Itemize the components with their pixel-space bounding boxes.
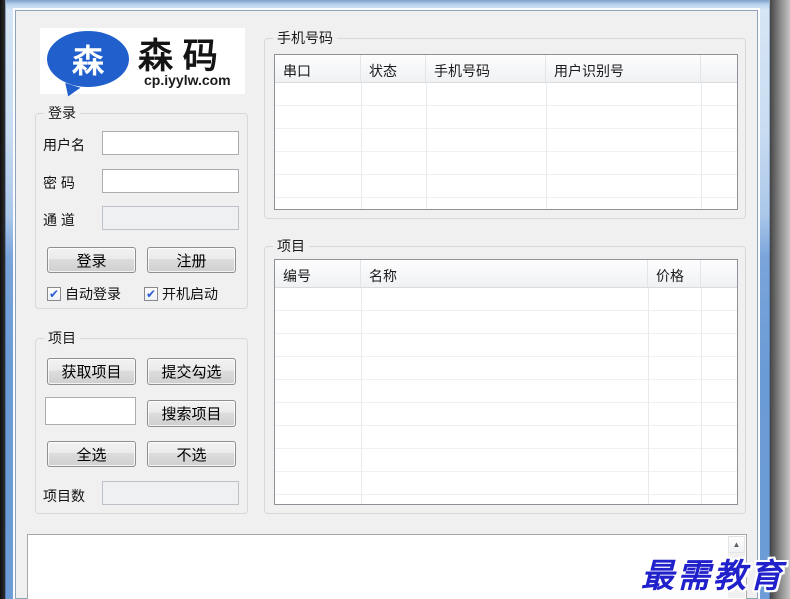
column-header-price[interactable]: 价格: [648, 260, 701, 287]
phone-numbers-table: 串口 状态 手机号码 用户识别号: [274, 54, 738, 210]
column-separator: [361, 83, 362, 209]
column-header-phone-number[interactable]: 手机号码: [426, 55, 546, 82]
column-header-spacer: [701, 260, 737, 287]
scroll-up-icon: ▲: [732, 540, 741, 549]
channel-field: [102, 206, 239, 230]
projects-group-label: 项目: [273, 238, 309, 255]
column-header-serial-port[interactable]: 串口: [275, 55, 361, 82]
auto-login-label: 自动登录: [65, 286, 121, 302]
checkbox-check-icon: ✔: [47, 287, 61, 301]
column-separator: [361, 288, 362, 504]
column-header-number[interactable]: 编号: [275, 260, 361, 287]
phone-table-body[interactable]: [275, 83, 737, 209]
submit-checked-button[interactable]: 提交勾选: [147, 358, 236, 385]
column-separator: [426, 83, 427, 209]
project-controls-group: 项目 获取项目 提交勾选 搜索项目 全选 不选 项目数: [35, 330, 248, 514]
log-panel: ▲: [27, 534, 747, 599]
select-none-button[interactable]: 不选: [147, 441, 236, 467]
projects-table-body[interactable]: [275, 288, 737, 504]
login-group-label: 登录: [44, 105, 80, 122]
watermark-text: 最需教育: [641, 556, 785, 595]
password-label: 密 码: [43, 175, 75, 191]
app-logo: 森 森 码 cp.iyylw.com: [40, 28, 245, 100]
column-header-user-id[interactable]: 用户识别号: [546, 55, 701, 82]
column-separator: [701, 288, 702, 504]
column-header-status[interactable]: 状态: [361, 55, 426, 82]
column-separator: [701, 83, 702, 209]
projects-table: 编号 名称 价格: [274, 259, 738, 505]
search-projects-button[interactable]: 搜索项目: [147, 400, 236, 427]
project-count-field: [102, 481, 239, 505]
column-header-name[interactable]: 名称: [361, 260, 648, 287]
get-projects-button[interactable]: 获取项目: [47, 358, 136, 385]
login-button[interactable]: 登录: [47, 247, 136, 273]
username-label: 用户名: [43, 137, 85, 153]
projects-table-header: 编号 名称 价格: [275, 260, 737, 288]
logo-site-url: cp.iyylw.com: [144, 72, 231, 88]
auto-start-label: 开机启动: [162, 286, 218, 302]
project-search-input[interactable]: [45, 397, 136, 425]
auto-login-checkbox[interactable]: ✔ 自动登录: [47, 284, 121, 304]
channel-label: 通 道: [43, 212, 75, 228]
phone-numbers-group-label: 手机号码: [273, 30, 337, 47]
logo-bubble-char: 森: [71, 43, 104, 79]
register-button[interactable]: 注册: [147, 247, 236, 273]
phone-table-header: 串口 状态 手机号码 用户识别号: [275, 55, 737, 83]
project-controls-label: 项目: [44, 330, 80, 347]
username-field[interactable]: [102, 131, 239, 155]
login-group: 登录 用户名 密 码 通 道 登录 注册 ✔ 自动登录 ✔ 开机启动: [35, 105, 248, 309]
titlebar[interactable]: [6, 0, 769, 10]
window-drop-shadow: [770, 0, 790, 599]
project-count-label: 项目数: [43, 488, 85, 504]
app-window: 森 森 码 cp.iyylw.com 登录 用户名 密 码 通 道 登录 注册 …: [5, 0, 770, 599]
password-field[interactable]: [102, 169, 239, 193]
projects-group: 项目 编号 名称 价格: [264, 238, 746, 514]
log-textarea[interactable]: [28, 535, 728, 599]
column-header-spacer: [701, 55, 737, 82]
client-area: 森 森 码 cp.iyylw.com 登录 用户名 密 码 通 道 登录 注册 …: [15, 10, 758, 599]
checkbox-check-icon: ✔: [144, 287, 158, 301]
phone-numbers-group: 手机号码 串口 状态 手机号码 用户识别号: [264, 30, 746, 219]
column-separator: [648, 288, 649, 504]
column-separator: [546, 83, 547, 209]
select-all-button[interactable]: 全选: [47, 441, 136, 467]
auto-start-checkbox[interactable]: ✔ 开机启动: [144, 284, 218, 304]
logo-bubble-icon: 森: [47, 31, 129, 100]
